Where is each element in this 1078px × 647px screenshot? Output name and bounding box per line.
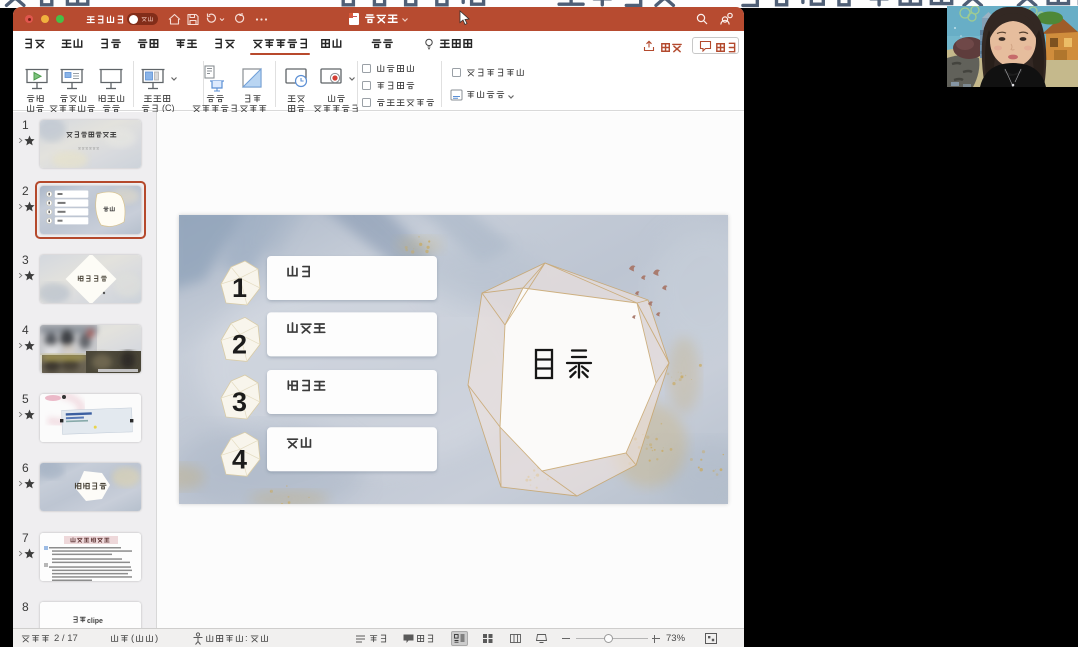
svg-text:3: 3 [232, 387, 247, 417]
svg-text:clipe: clipe [87, 618, 103, 625]
svg-text:2: 2 [232, 329, 247, 359]
svg-text:4: 4 [232, 444, 247, 474]
svg-text:1: 1 [232, 273, 247, 303]
